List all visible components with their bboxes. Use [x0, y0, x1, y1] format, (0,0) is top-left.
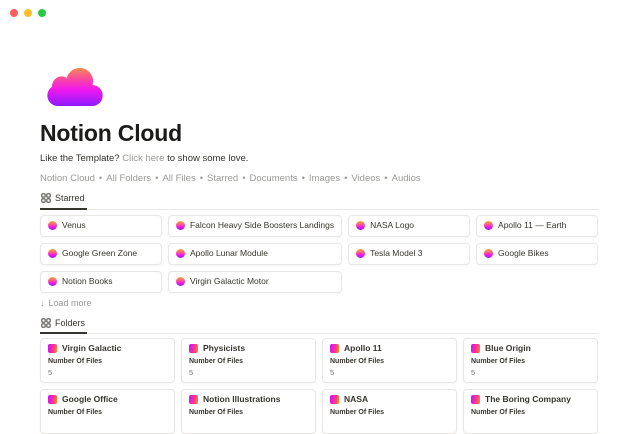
nav-separator: • — [99, 173, 102, 184]
folder-card-title: Physicists — [203, 344, 245, 354]
starred-grid: Venus Falcon Heavy Side Boosters Landing… — [40, 215, 598, 293]
folder-card[interactable]: Physicists Number Of Files 5 — [181, 338, 316, 383]
folder-card[interactable]: The Boring Company Number Of Files — [463, 389, 598, 434]
property-label: Number Of Files — [48, 409, 167, 417]
folder-card[interactable]: NASA Number Of Files — [322, 389, 457, 434]
folders-tab-bar: Folders — [40, 317, 598, 334]
gradient-file-icon — [176, 277, 185, 286]
nav-link-audios[interactable]: Audios — [392, 173, 421, 184]
nav-separator: • — [155, 173, 158, 184]
property-value: 5 — [330, 368, 449, 377]
folder-card[interactable]: Blue Origin Number Of Files 5 — [463, 338, 598, 383]
starred-card[interactable]: Apollo 11 — Earth — [476, 215, 598, 237]
starred-card[interactable]: Tesla Model 3 — [348, 243, 470, 265]
starred-card-title: Apollo Lunar Module — [190, 249, 268, 259]
property-label: Number Of Files — [330, 358, 449, 366]
gallery-view-icon — [41, 318, 51, 328]
starred-card-title: Apollo 11 — Earth — [498, 221, 566, 231]
nav-link-images[interactable]: Images — [309, 173, 340, 184]
click-here-link[interactable]: Click here — [122, 153, 164, 164]
property-label: Number Of Files — [189, 358, 308, 366]
starred-card-title: Virgin Galactic Motor — [190, 277, 269, 287]
starred-card-title: Venus — [62, 221, 86, 231]
nav-link-starred[interactable]: Starred — [207, 173, 238, 184]
load-more-label: Load more — [49, 298, 92, 308]
folder-card-title: Blue Origin — [485, 344, 531, 354]
folder-card-title: Virgin Galactic — [62, 344, 121, 354]
tab-starred[interactable]: Starred — [40, 192, 87, 209]
tab-folders-label: Folders — [55, 318, 85, 328]
starred-card-title: Tesla Model 3 — [370, 249, 422, 259]
gradient-file-icon — [48, 221, 57, 230]
nav-link-all-folders[interactable]: All Folders — [106, 173, 151, 184]
starred-tab-bar: Starred — [40, 192, 598, 209]
nav-separator: • — [344, 173, 347, 184]
gradient-file-icon — [48, 277, 57, 286]
gradient-folder-icon — [48, 344, 57, 353]
starred-card[interactable]: Google Green Zone — [40, 243, 162, 265]
nav-link-notion-cloud[interactable]: Notion Cloud — [40, 173, 95, 184]
gradient-file-icon — [176, 221, 185, 230]
starred-card[interactable]: Falcon Heavy Side Boosters Landings — [168, 215, 342, 237]
nav-separator: • — [200, 173, 203, 184]
starred-card-title: Falcon Heavy Side Boosters Landings — [190, 221, 334, 231]
starred-card[interactable]: Venus — [40, 215, 162, 237]
starred-card-title: NASA Logo — [370, 221, 414, 231]
property-label: Number Of Files — [189, 409, 308, 417]
starred-section: Starred Venus Falcon Heavy Side Boosters… — [40, 192, 598, 310]
folder-card[interactable]: Notion Illustrations Number Of Files — [181, 389, 316, 434]
gallery-view-icon — [41, 193, 51, 203]
gradient-file-icon — [356, 221, 365, 230]
folders-section: Folders Virgin Galactic Number Of Files … — [40, 317, 598, 434]
starred-card-title: Notion Books — [62, 277, 113, 287]
folder-card[interactable]: Virgin Galactic Number Of Files 5 — [40, 338, 175, 383]
subtitle-prefix: Like the Template? — [40, 153, 120, 164]
nav-link-documents[interactable]: Documents — [250, 173, 298, 184]
gradient-folder-icon — [330, 344, 339, 353]
property-label: Number Of Files — [330, 409, 449, 417]
gradient-file-icon — [176, 249, 185, 258]
nav-link-videos[interactable]: Videos — [351, 173, 380, 184]
subtitle: Like the Template? Click here to show so… — [40, 153, 598, 164]
gradient-file-icon — [484, 221, 493, 230]
cloud-logo-icon — [47, 64, 103, 106]
folders-grid: Virgin Galactic Number Of Files 5 Physic… — [40, 338, 598, 434]
starred-card[interactable]: NASA Logo — [348, 215, 470, 237]
close-button[interactable] — [10, 9, 18, 17]
nav-separator: • — [302, 173, 305, 184]
gradient-file-icon — [356, 249, 365, 258]
folder-card[interactable]: Apollo 11 Number Of Files 5 — [322, 338, 457, 383]
subtitle-suffix: to show some love. — [167, 153, 248, 164]
property-value: 5 — [48, 368, 167, 377]
view-links: Notion Cloud • All Folders • All Files •… — [40, 173, 598, 184]
page-content: Notion Cloud Like the Template? Click he… — [40, 0, 598, 434]
property-value: 5 — [189, 368, 308, 377]
page-title: Notion Cloud — [40, 120, 598, 146]
nav-separator: • — [384, 173, 387, 184]
property-value: 5 — [471, 368, 590, 377]
starred-card-title: Google Green Zone — [62, 249, 137, 259]
load-more-button[interactable]: ↓ Load more — [40, 298, 92, 308]
arrow-down-icon: ↓ — [40, 298, 45, 308]
starred-card[interactable]: Google Bikes — [476, 243, 598, 265]
nav-separator: • — [242, 173, 245, 184]
gradient-file-icon — [48, 249, 57, 258]
gradient-folder-icon — [471, 344, 480, 353]
property-label: Number Of Files — [471, 358, 590, 366]
minimize-button[interactable] — [24, 9, 32, 17]
folder-card[interactable]: Google Office Number Of Files — [40, 389, 175, 434]
folder-card-title: Apollo 11 — [344, 344, 382, 354]
nav-link-all-files[interactable]: All Files — [162, 173, 195, 184]
starred-card[interactable]: Notion Books — [40, 271, 162, 293]
tab-folders[interactable]: Folders — [40, 317, 87, 334]
property-label: Number Of Files — [48, 358, 167, 366]
starred-card[interactable]: Apollo Lunar Module — [168, 243, 342, 265]
gradient-file-icon — [484, 249, 493, 258]
gradient-folder-icon — [189, 344, 198, 353]
property-label: Number Of Files — [471, 409, 590, 417]
tab-starred-label: Starred — [55, 193, 85, 203]
starred-card[interactable]: Virgin Galactic Motor — [168, 271, 342, 293]
starred-card-title: Google Bikes — [498, 249, 549, 259]
